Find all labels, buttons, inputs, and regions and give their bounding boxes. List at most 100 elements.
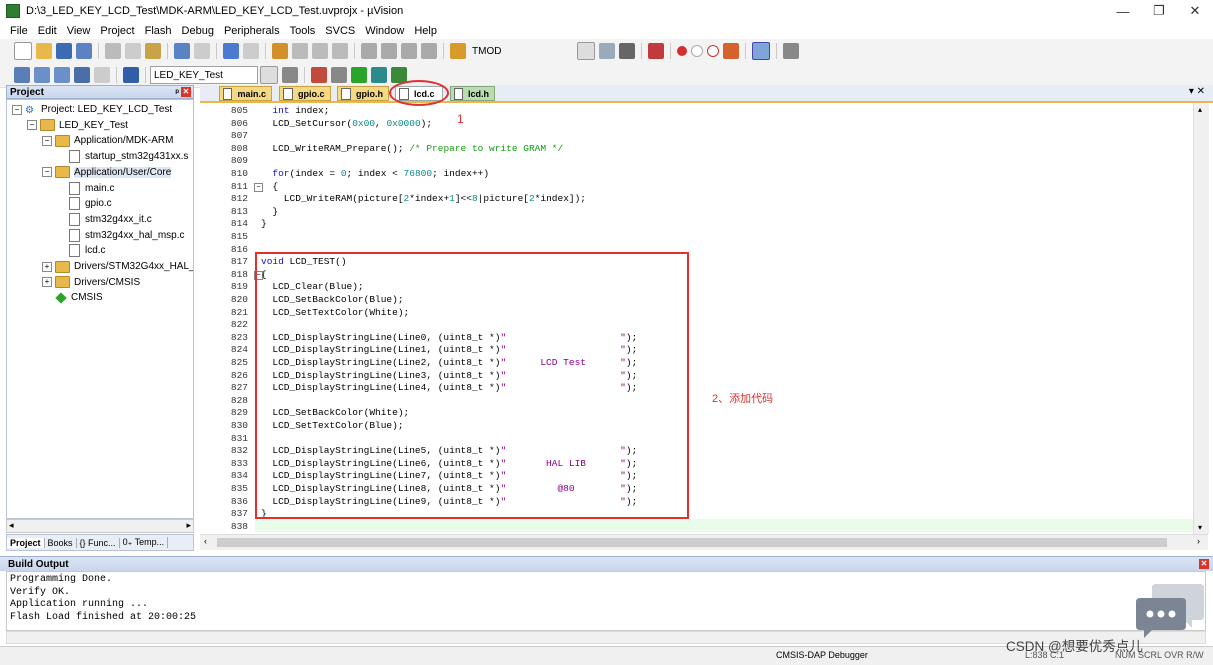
translate-icon[interactable] xyxy=(14,67,30,83)
redo-icon[interactable] xyxy=(194,43,210,59)
clear-bookmarks-icon[interactable] xyxy=(332,43,348,59)
nav-back-icon[interactable] xyxy=(223,43,239,59)
tab-gpio-h[interactable]: gpio.h xyxy=(337,86,389,101)
code-line: for(index = 0; index < 76800; index++) xyxy=(272,168,490,179)
pack-installer-icon[interactable] xyxy=(371,67,387,83)
editor-vertical-scrollbar[interactable]: ▴ ▾ xyxy=(1193,103,1209,534)
tab-templates[interactable]: 0₊ Temp... xyxy=(120,537,169,548)
indent-icon[interactable] xyxy=(361,43,377,59)
find-text[interactable]: TMOD xyxy=(472,46,501,57)
save-icon[interactable] xyxy=(56,43,72,59)
run-time-env-icon[interactable] xyxy=(351,67,367,83)
tab-main-c[interactable]: main.c xyxy=(219,86,272,101)
collapse-icon[interactable]: − xyxy=(12,104,22,115)
breakpoint-icon[interactable] xyxy=(677,46,688,56)
collapse-icon[interactable]: − xyxy=(27,120,37,131)
kill-all-breakpoints-icon[interactable] xyxy=(723,43,740,59)
build-icon[interactable] xyxy=(34,67,50,83)
editor-tab-strip: main.c gpio.c gpio.h lcd.c lcd.h ▾ ✕ xyxy=(200,85,1213,103)
project-horizontal-scrollbar[interactable]: ◂ ▸ xyxy=(6,519,194,533)
menu-debug[interactable]: Debug xyxy=(177,25,219,37)
close-window-button[interactable]: ✕ xyxy=(1177,0,1213,22)
editor-horizontal-scrollbar[interactable]: ‹ › xyxy=(200,534,1208,550)
tree-item[interactable]: stm32g4xx_it.c xyxy=(57,212,152,227)
window-layout-icon[interactable] xyxy=(752,42,771,60)
menu-file[interactable]: File xyxy=(0,25,33,37)
tree-item-label: lcd.c xyxy=(85,245,106,257)
tree-item[interactable]: − ⚙ Project: LED_KEY_LCD_Test xyxy=(12,102,172,117)
tree-item[interactable]: gpio.c xyxy=(57,196,112,211)
tab-list-controls[interactable]: ▾ ✕ xyxy=(1189,86,1205,97)
menu-window[interactable]: Window xyxy=(360,25,409,37)
comment-icon[interactable] xyxy=(401,43,417,59)
target-dropdown-icon[interactable] xyxy=(260,66,278,84)
bookmark-icon[interactable] xyxy=(272,43,288,59)
unindent-icon[interactable] xyxy=(381,43,397,59)
expand-icon[interactable]: + xyxy=(42,261,52,272)
close-build-output-icon[interactable]: ✕ xyxy=(1199,559,1209,569)
line-number: 816 xyxy=(230,243,248,255)
nav-forward-icon[interactable] xyxy=(243,43,259,59)
tab-books[interactable]: Books xyxy=(45,537,77,548)
maximize-button[interactable]: ❐ xyxy=(1141,0,1177,22)
file-extensions-icon[interactable] xyxy=(331,67,347,83)
menu-edit[interactable]: Edit xyxy=(33,25,62,37)
target-options-icon[interactable] xyxy=(282,67,298,83)
pin-icon[interactable]: ᵖ xyxy=(175,87,179,97)
tree-item[interactable]: + Drivers/STM32G4xx_HAL_Driv xyxy=(42,259,193,274)
tree-item[interactable]: main.c xyxy=(57,181,114,196)
tab-functions[interactable]: {} Func... xyxy=(77,537,120,548)
prev-bookmark-icon[interactable] xyxy=(292,43,308,59)
save-all-icon[interactable] xyxy=(76,43,92,59)
tree-item[interactable]: − LED_KEY_Test xyxy=(27,118,128,133)
tab-lcd-h[interactable]: lcd.h xyxy=(450,86,495,101)
minimize-button[interactable]: — xyxy=(1105,0,1141,22)
tree-item[interactable]: CMSIS xyxy=(42,290,103,305)
collapse-icon[interactable]: − xyxy=(42,135,52,146)
folder-icon xyxy=(55,276,70,289)
tree-item[interactable]: stm32g4xx_hal_msp.c xyxy=(57,228,185,243)
tree-item[interactable]: lcd.c xyxy=(57,243,106,258)
cut-icon[interactable] xyxy=(105,43,121,59)
stop-build-icon[interactable] xyxy=(94,67,110,83)
disable-breakpoint-icon[interactable] xyxy=(691,45,704,57)
menu-peripherals[interactable]: Peripherals xyxy=(219,25,285,37)
menu-tools[interactable]: Tools xyxy=(285,25,321,37)
tree-item[interactable]: − Application/MDK-ARM xyxy=(42,133,173,148)
debug-session-icon[interactable] xyxy=(648,43,665,59)
find-in-files-icon[interactable] xyxy=(450,43,466,59)
kill-breakpoints-icon[interactable] xyxy=(707,45,720,57)
window-title: D:\3_LED_KEY_LCD_Test\MDK-ARM\LED_KEY_LC… xyxy=(26,5,404,17)
tab-project[interactable]: Project xyxy=(7,537,45,548)
tree-item[interactable]: − Application/User/Core xyxy=(42,165,172,180)
rebuild-icon[interactable] xyxy=(54,67,70,83)
manage-components-icon[interactable] xyxy=(311,67,327,83)
scroll-thumb[interactable] xyxy=(217,538,1167,547)
incremental-find-icon[interactable] xyxy=(599,43,616,59)
next-bookmark-icon[interactable] xyxy=(312,43,328,59)
new-file-icon[interactable] xyxy=(14,42,32,60)
tree-item[interactable]: + Drivers/CMSIS xyxy=(42,275,140,290)
load-icon[interactable] xyxy=(123,67,139,83)
target-select[interactable]: LED_KEY_Test xyxy=(150,66,258,84)
paste-icon[interactable] xyxy=(145,43,161,59)
expand-icon[interactable]: + xyxy=(42,277,52,288)
collapse-icon[interactable]: − xyxy=(42,167,52,178)
menu-svcs[interactable]: SVCS xyxy=(320,25,360,37)
tree-item[interactable]: startup_stm32g431xx.s xyxy=(57,149,188,164)
copy-icon[interactable] xyxy=(125,43,141,59)
undo-icon[interactable] xyxy=(174,43,190,59)
menu-flash[interactable]: Flash xyxy=(140,25,177,37)
combo-dropdown-icon[interactable] xyxy=(577,42,596,60)
uncomment-icon[interactable] xyxy=(421,43,437,59)
configure-icon[interactable] xyxy=(783,43,800,59)
open-folder-icon[interactable] xyxy=(36,43,52,59)
close-panel-icon[interactable]: ✕ xyxy=(181,87,191,97)
menu-view[interactable]: View xyxy=(62,25,96,37)
menu-project[interactable]: Project xyxy=(95,25,139,37)
download-icon[interactable] xyxy=(74,67,90,83)
build-output-pane[interactable]: Programming Done. Verify OK. Application… xyxy=(6,571,1206,631)
find-icon[interactable] xyxy=(619,43,636,59)
tab-gpio-c[interactable]: gpio.c xyxy=(279,86,331,101)
menu-help[interactable]: Help xyxy=(409,25,442,37)
